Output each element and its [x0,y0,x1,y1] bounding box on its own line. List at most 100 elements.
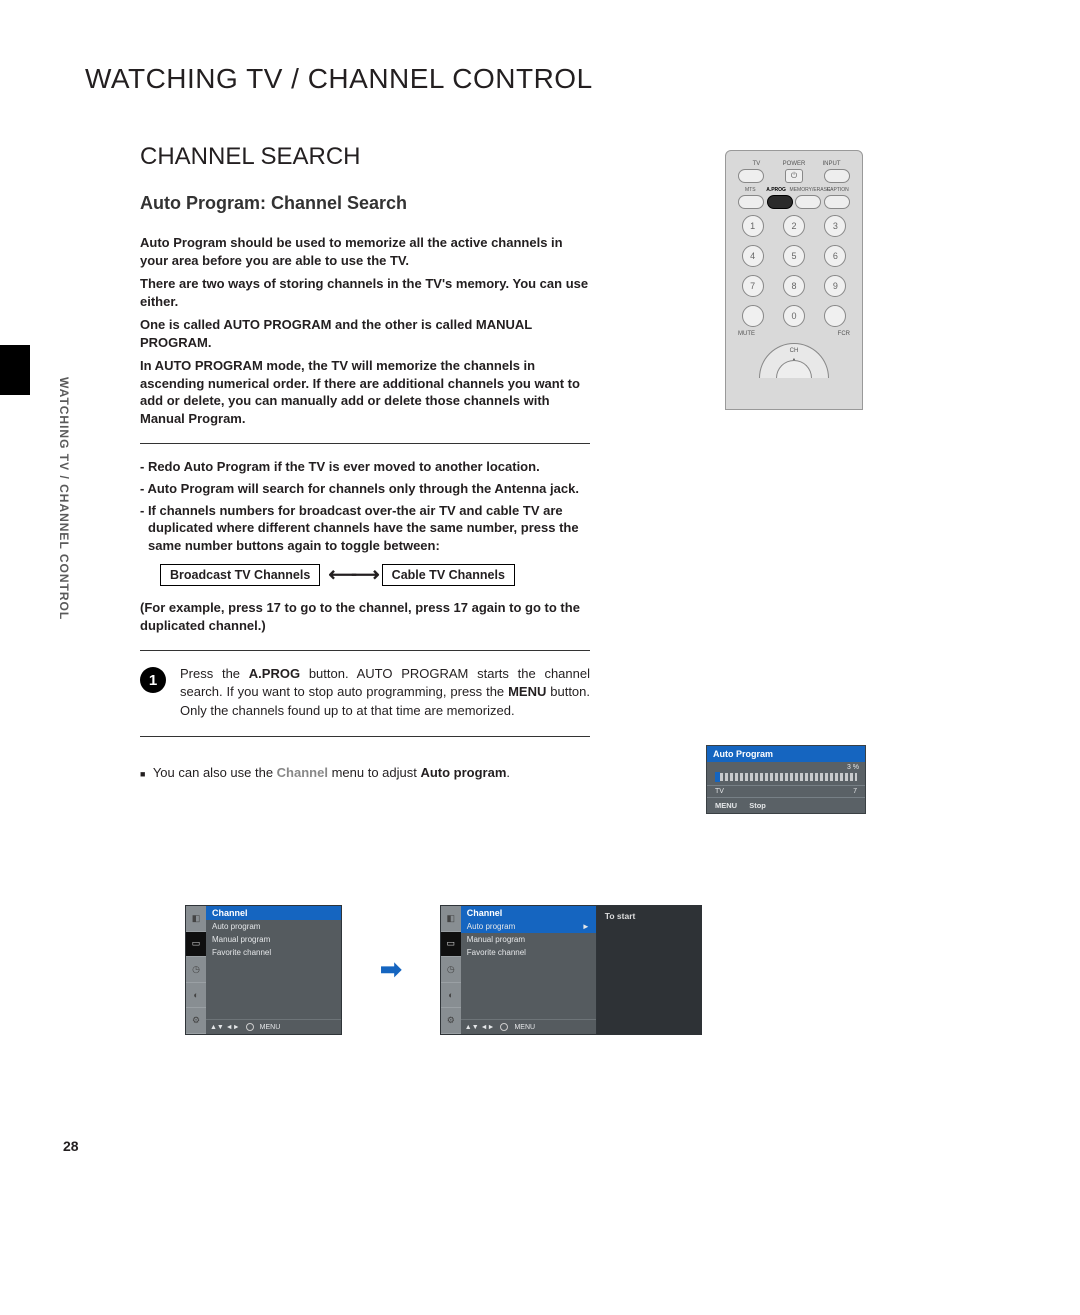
intro-p4: In AUTO PROGRAM mode, the TV will memori… [140,357,590,427]
remote-blank-left[interactable] [742,305,764,327]
osd-channel-menu-1: ◧ ▭ ◷ ◐ ⚙ Channel Auto program Manual pr… [185,905,342,1035]
section-title: CHANNEL SEARCH [140,143,995,171]
remote-num-9[interactable]: 9 [824,275,846,297]
osd-channel-menu-2-wrap: ◧ ▭ ◷ ◐ ⚙ Channel Auto program ► Manual … [440,905,702,1035]
osd-ap-menu: MENU [715,801,737,810]
osd-tab-lock-icon[interactable]: ◐ [186,983,206,1009]
remote-power-button[interactable]: ⏻ [785,169,803,183]
osd1-foot-menu: MENU [260,1024,281,1031]
intro-p1: Auto Program should be used to memorize … [140,234,590,269]
step-1-text: Press the A.PROG button. AUTO PROGRAM st… [180,665,590,720]
divider [140,650,590,651]
toggle-cable: Cable TV Channels [382,564,515,586]
remote-mts-button[interactable] [738,195,764,209]
page-edge-tab [0,345,30,395]
remote-ch-label: CH [760,348,828,354]
remote-lbl-input: INPUT [813,161,850,167]
remote-blank-right[interactable] [824,305,846,327]
osd-tab-picture-icon[interactable]: ◧ [441,906,461,932]
remote-numpad: 1 2 3 4 5 6 7 8 9 0 [738,215,850,327]
osd-auto-program: Auto Program 3 % TV 7 MENU Stop [706,745,866,814]
remote-num-7[interactable]: 7 [742,275,764,297]
remote-num-2[interactable]: 2 [783,215,805,237]
remote-num-4[interactable]: 4 [742,245,764,267]
osd-ap-percent: 3 % [707,762,865,771]
osd2-item-fav[interactable]: Favorite channel [461,946,596,959]
remote-lbl-mem: MEMORY/ERASE [790,187,826,193]
osd-ap-source: TV [715,788,724,795]
enter-icon [500,1023,508,1031]
chevron-right-icon: ► [582,922,590,931]
flow-arrow-icon: ➡ [380,954,402,985]
osd2-side-label: To start [605,911,636,921]
osd2-foot-nav: ▲▼ ◄► [465,1024,495,1031]
example-text: (For example, press 17 to go to the chan… [140,599,590,634]
divider [140,443,590,444]
osd-tab-channel-icon[interactable]: ▭ [441,932,461,958]
remote-aprog-button[interactable] [767,195,793,209]
osd-tab-option-icon[interactable]: ⚙ [186,1008,206,1034]
remote-lbl-aprog: A.PROG [763,187,790,193]
remote-lbl-mute: MUTE [738,331,755,337]
osd2-side-panel: To start [597,905,702,1035]
osd2-item-auto[interactable]: Auto program ► [461,920,596,933]
osd-channel-menu-2: ◧ ▭ ◷ ◐ ⚙ Channel Auto program ► Manual … [440,905,597,1035]
osd-tab-time-icon[interactable]: ◷ [441,957,461,983]
remote-lbl-caption: CAPTION [825,187,850,193]
remote-num-3[interactable]: 3 [824,215,846,237]
remote-tv-button[interactable] [738,169,764,183]
osd-ap-channel: 7 [853,788,857,795]
osd1-item-manual[interactable]: Manual program [206,933,341,946]
osd2-foot-menu: MENU [514,1024,535,1031]
side-section-label: WATCHING TV / CHANNEL CONTROL [57,377,71,620]
remote-num-8[interactable]: 8 [783,275,805,297]
remote-caption-button[interactable] [824,195,850,209]
osd1-foot-nav: ▲▼ ◄► [210,1024,240,1031]
remote-lbl-power: POWER [776,161,813,167]
remote-lbl-tv: TV [738,161,775,167]
remote-num-1[interactable]: 1 [742,215,764,237]
toggle-broadcast: Broadcast TV Channels [160,564,320,586]
divider [140,736,590,737]
remote-lbl-fcr: FCR [838,331,850,337]
osd-tab-picture-icon[interactable]: ◧ [186,906,206,932]
remote-illustration: TV POWER INPUT ⏻ MTS A.PROG MEMORY/ERASE… [725,150,863,410]
note-2: - Auto Program will search for channels … [140,480,595,498]
remote-num-0[interactable]: 0 [783,305,805,327]
remote-num-5[interactable]: 5 [783,245,805,267]
remote-dpad[interactable]: CH ▲ [759,343,829,378]
step-1-badge: 1 [140,667,166,693]
bullet-icon: ■ [140,769,145,779]
remote-input-button[interactable] [824,169,850,183]
note-3: - If channels numbers for broadcast over… [140,502,595,555]
osd1-item-fav[interactable]: Favorite channel [206,946,341,959]
osd-ap-title: Auto Program [707,746,865,762]
notes-block: - Redo Auto Program if the TV is ever mo… [140,458,595,554]
intro-p2: There are two ways of storing channels i… [140,275,590,310]
osd1-title: Channel [206,906,341,920]
osd-ap-progress [715,773,857,781]
page-number: 28 [63,1138,79,1154]
osd-tab-lock-icon[interactable]: ◐ [441,983,461,1009]
osd-tab-time-icon[interactable]: ◷ [186,957,206,983]
toggle-row: Broadcast TV Channels ⟵⟶ Cable TV Channe… [160,564,995,586]
remote-memory-button[interactable] [795,195,821,209]
osd-menu-row: ◧ ▭ ◷ ◐ ⚙ Channel Auto program Manual pr… [185,905,702,1035]
step-1-row: 1 Press the A.PROG button. AUTO PROGRAM … [140,665,590,720]
osd1-item-auto[interactable]: Auto program [206,920,341,933]
power-icon: ⏻ [791,171,797,181]
osd-tab-channel-icon[interactable]: ▭ [186,932,206,958]
note-1: - Redo Auto Program if the TV is ever mo… [140,458,595,476]
sub-title: Auto Program: Channel Search [140,193,995,214]
intro-p3: One is called AUTO PROGRAM and the other… [140,316,590,351]
osd-ap-stop: Stop [749,801,766,810]
double-arrow-icon: ⟵⟶ [328,570,373,580]
osd-tab-option-icon[interactable]: ⚙ [441,1008,461,1034]
remote-num-6[interactable]: 6 [824,245,846,267]
main-title: WATCHING TV / CHANNEL CONTROL [85,63,995,95]
remote-lbl-mts: MTS [738,187,763,193]
osd2-item-manual[interactable]: Manual program [461,933,596,946]
osd2-title: Channel [461,906,596,920]
enter-icon [246,1023,254,1031]
hint-line: ■ You can also use the Channel menu to a… [140,765,995,780]
